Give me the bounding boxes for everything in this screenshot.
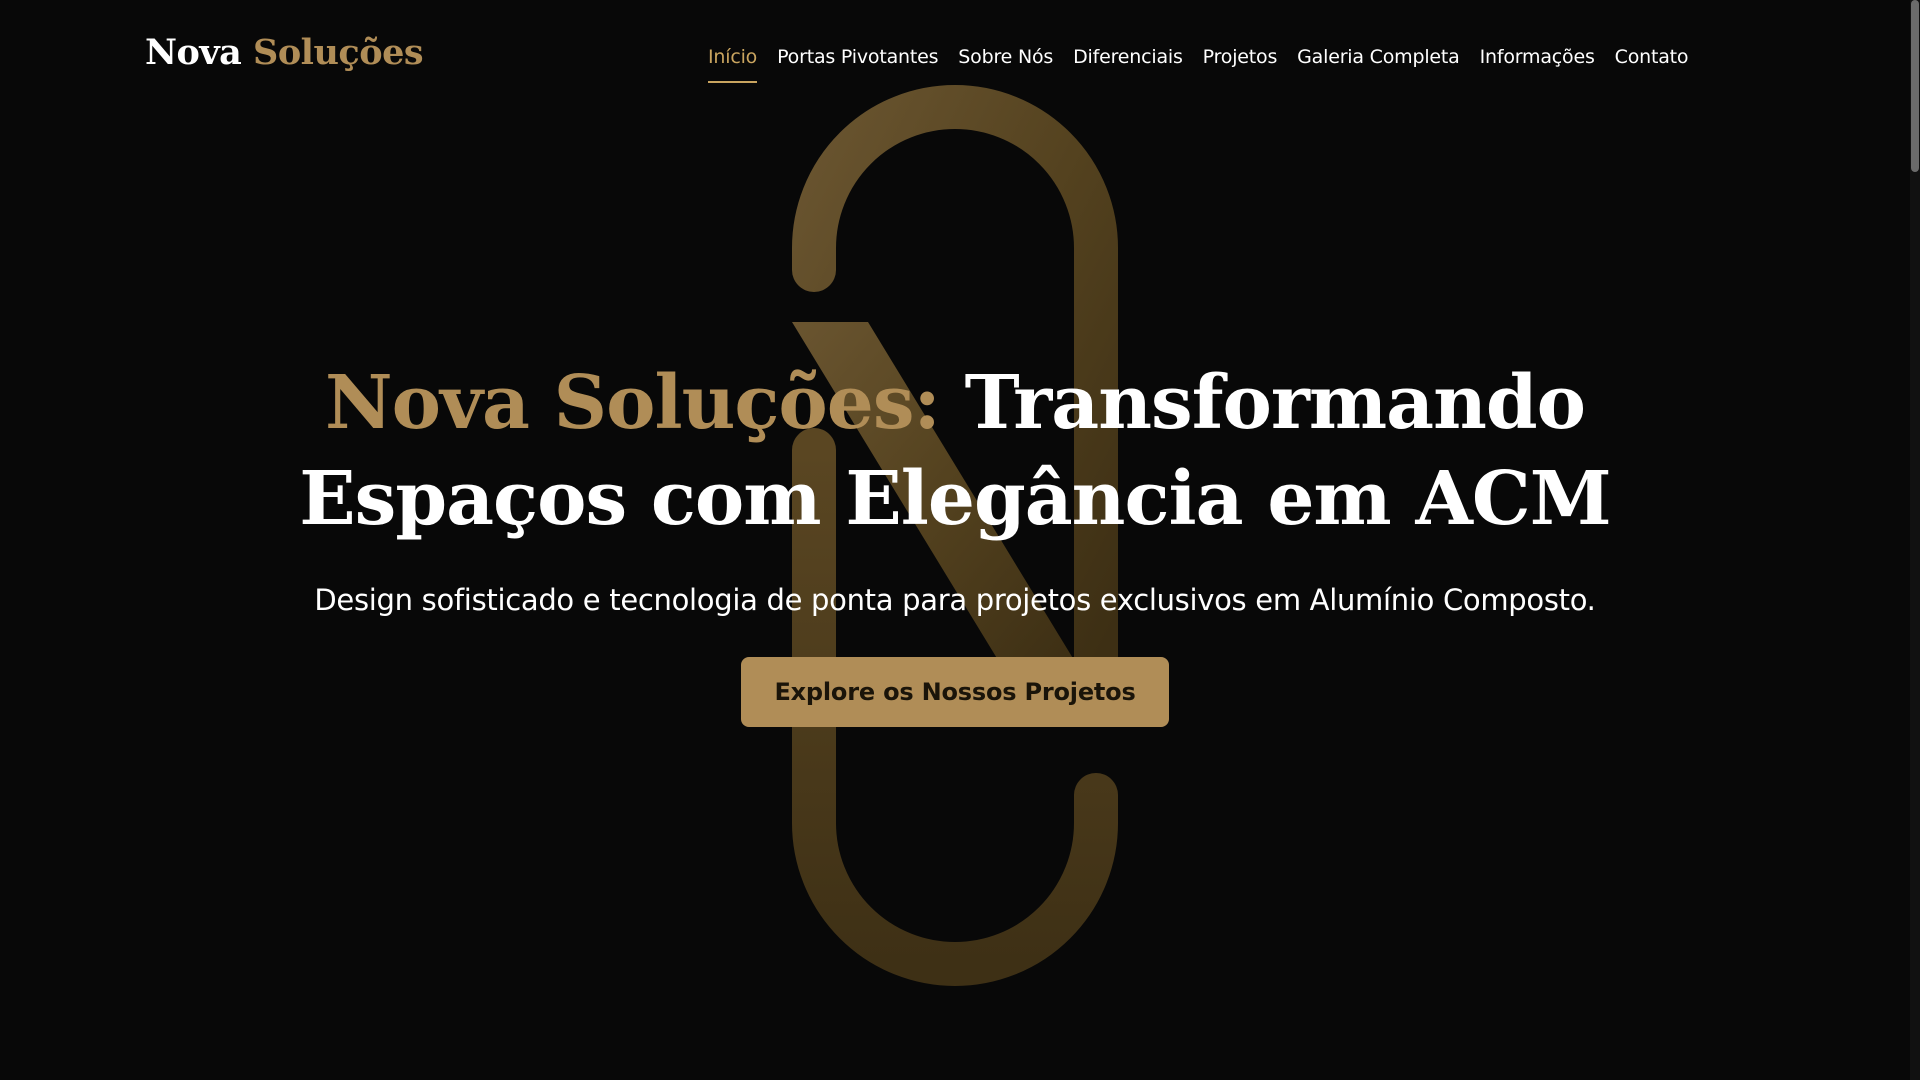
page: Nova Soluções Início Portas Pivotantes S… — [0, 0, 1920, 1080]
hero-section: Nova Soluções: Transformando Espaços com… — [0, 0, 1920, 1080]
hero-title: Nova Soluções: Transformando Espaços com… — [160, 355, 1750, 547]
page-scrollbar[interactable] — [1910, 0, 1920, 1080]
hero-title-accent: Nova Soluções: — [324, 360, 941, 446]
hero-subtitle: Design sofisticado e tecnologia de ponta… — [314, 583, 1596, 617]
explore-projects-button[interactable]: Explore os Nossos Projetos — [741, 657, 1169, 727]
scrollbar-thumb[interactable] — [1911, 0, 1919, 172]
